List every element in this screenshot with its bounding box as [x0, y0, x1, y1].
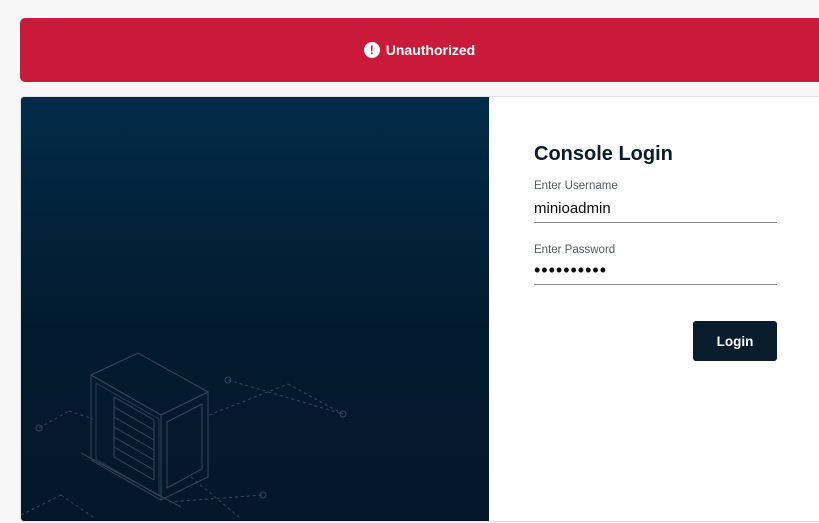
error-alert-banner: ! Unauthorized: [20, 18, 819, 82]
password-field: Enter Password: [534, 244, 777, 285]
login-button[interactable]: Login: [693, 321, 777, 361]
decorative-panel: [21, 97, 489, 521]
username-input[interactable]: [534, 194, 777, 223]
login-card: Console Login Enter Username Enter Passw…: [20, 96, 819, 522]
password-label: Enter Password: [534, 244, 616, 256]
username-label: Enter Username: [534, 180, 618, 192]
exclamation-circle-icon: !: [363, 42, 380, 58]
password-input[interactable]: [534, 258, 777, 285]
username-field: Enter Username: [534, 180, 777, 223]
alert-message: Unauthorized: [385, 42, 476, 58]
server-rack-illustration: [21, 352, 347, 518]
login-form-panel: Console Login Enter Username Enter Passw…: [489, 97, 819, 521]
page-title: Console Login: [534, 143, 673, 165]
